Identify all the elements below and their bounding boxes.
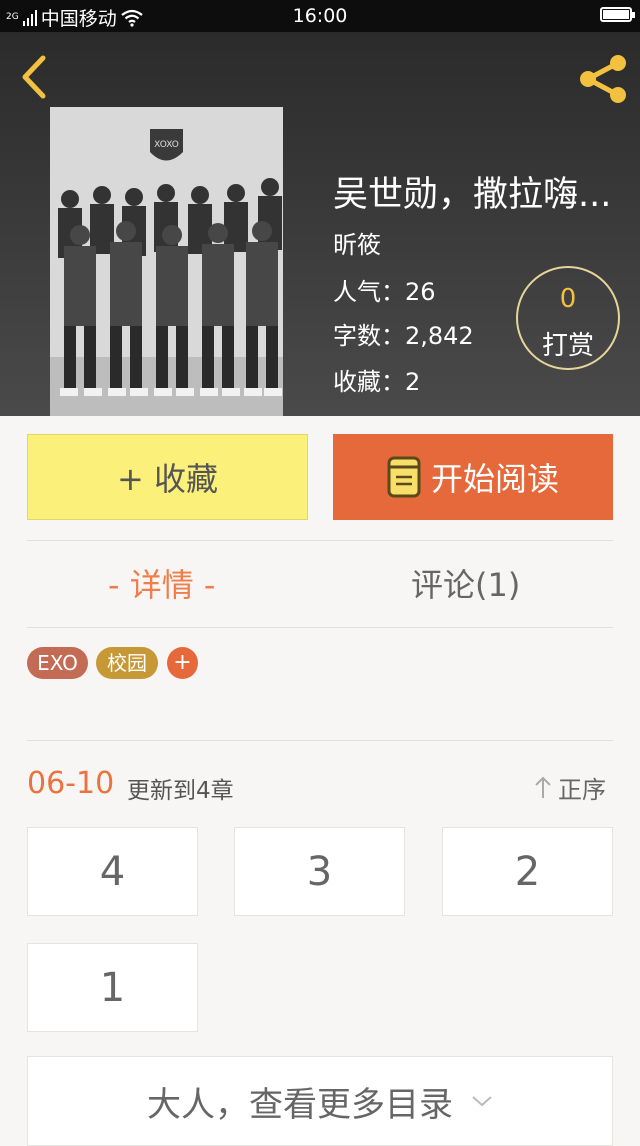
chapter-button[interactable]: 4	[27, 827, 198, 916]
view-more-chapters-button[interactable]: 大人，查看更多目录	[27, 1056, 613, 1146]
view-more-label: 大人，查看更多目录	[147, 1084, 453, 1125]
chevron-left-icon	[22, 55, 46, 99]
tab-details[interactable]: - 详情 -	[108, 560, 215, 606]
favorites-stat: 收藏：2	[333, 368, 421, 396]
popularity-stat: 人气：26	[333, 278, 436, 306]
divider	[27, 740, 613, 741]
start-reading-button[interactable]: 开始阅读	[333, 434, 613, 520]
back-button[interactable]	[16, 54, 56, 100]
tab-comments[interactable]: 评论(1)	[411, 560, 520, 606]
chapter-button[interactable]: 1	[27, 943, 198, 1032]
arrow-up-icon	[535, 776, 551, 798]
cover-image: XOXO	[50, 107, 283, 416]
reward-label: 打赏	[541, 331, 594, 361]
update-date: 06-10	[27, 766, 115, 801]
update-text: 更新到4章	[127, 778, 234, 804]
share-button[interactable]	[578, 54, 630, 104]
add-tag-button[interactable]: +	[167, 647, 198, 679]
status-bar: 2G 中国移动 16:00	[0, 0, 640, 32]
word-count-stat: 字数：2,842	[333, 322, 474, 350]
start-reading-label: 开始阅读	[430, 460, 559, 498]
book-title: 吴世勋，撒拉嗨...	[333, 175, 612, 215]
chapter-button[interactable]: 2	[442, 827, 613, 916]
cover-logo: XOXO	[154, 140, 179, 150]
share-icon	[580, 55, 626, 103]
reward-count: 0	[559, 284, 577, 314]
reward-button[interactable]: 0 打赏	[516, 266, 620, 370]
book-author[interactable]: 昕筱	[333, 225, 381, 260]
battery-icon	[600, 7, 635, 22]
divider	[27, 627, 613, 628]
chevron-down-icon	[472, 1096, 492, 1107]
tag-exo[interactable]: EXO	[27, 647, 88, 679]
sort-label: 正序	[558, 776, 606, 804]
book-header: XOXO 吴世勋，撒拉嗨... 昕筱 人气：26 字数：2,842 收藏：2 0…	[0, 32, 640, 416]
chapter-button[interactable]: 3	[234, 827, 405, 916]
sort-toggle[interactable]: 正序	[534, 770, 606, 805]
tag-school[interactable]: 校园	[96, 647, 158, 679]
add-favorite-button[interactable]: + 收藏	[27, 434, 308, 520]
add-favorite-label: + 收藏	[117, 460, 218, 498]
book-cover[interactable]: XOXO	[50, 107, 283, 416]
clock: 16:00	[292, 5, 348, 27]
divider	[27, 540, 613, 541]
book-icon	[387, 456, 421, 498]
